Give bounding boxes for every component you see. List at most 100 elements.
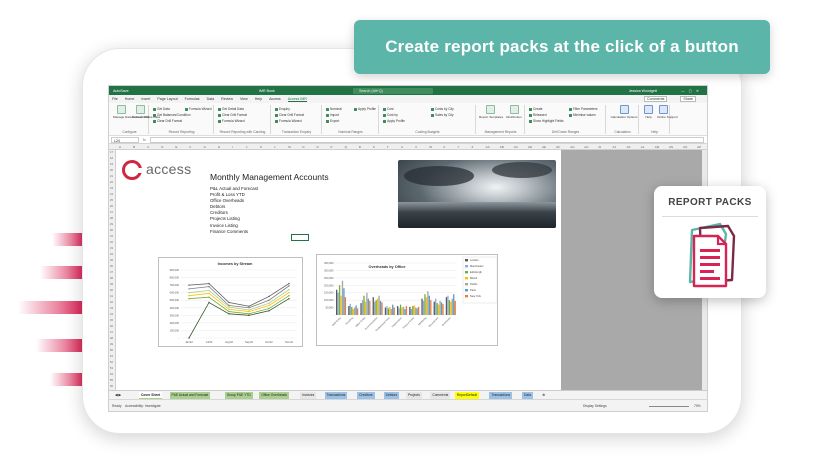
column-header[interactable]: T [387,145,389,149]
row-header[interactable]: 47 [110,331,113,334]
ribbon-tab[interactable]: Access IMR [287,97,307,102]
ribbon-small-button[interactable]: Minimise values [569,113,596,117]
row-header[interactable]: 41 [110,295,113,298]
column-header[interactable]: AF [556,145,560,149]
ribbon-tab[interactable]: Review [221,97,233,101]
row-header[interactable]: 52 [110,361,113,364]
ribbon-button[interactable]: Manage Data Connections [113,105,150,119]
column-header[interactable]: A [119,145,121,149]
row-header[interactable]: 40 [110,289,113,292]
sheet-nav-arrows[interactable]: ◀ ▶ [113,392,123,399]
ribbon-small-button[interactable]: Export [326,119,339,123]
worksheet-cover-sheet[interactable]: access Monthly Management Accounts P&L A… [116,150,561,390]
column-header[interactable]: AG [570,145,574,149]
row-header[interactable]: 28 [110,217,113,220]
ribbon-small-button[interactable]: Clear Drill Format [218,113,247,117]
column-header[interactable]: AB [500,145,504,149]
column-header[interactable]: E [175,145,177,149]
sheet-tab[interactable]: Invoices [300,392,317,399]
ribbon-small-button[interactable]: Formula Wizard [275,119,302,123]
column-header[interactable]: X [443,145,445,149]
column-header[interactable]: J [246,145,248,149]
sheet-tab[interactable]: ReportDefault [454,392,480,399]
sheet-tab[interactable]: Debtors [383,392,400,399]
ribbon-small-button[interactable]: Released [529,113,546,117]
row-header[interactable]: 55 [110,379,113,382]
ribbon-button[interactable]: Online Support [657,105,678,119]
column-header[interactable]: AO [683,145,687,149]
ribbon-button[interactable]: Help [642,105,655,119]
row-header[interactable]: 35 [110,259,113,262]
column-header[interactable]: AC [514,145,518,149]
column-header[interactable]: H [218,145,220,149]
ribbon-tab[interactable]: Home [125,97,135,101]
column-header[interactable]: R [359,145,361,149]
ribbon-small-button[interactable]: Cost by [383,113,398,117]
column-header[interactable]: U [401,145,403,149]
ribbon-tab[interactable]: Page Layout [157,97,177,101]
row-header[interactable]: 23 [110,187,113,190]
column-header[interactable]: AP [697,145,701,149]
window-controls[interactable]: —▢✕ [681,89,703,93]
ribbon-small-button[interactable]: Apply Profile [383,119,405,123]
ribbon-button[interactable]: Refresh Offline Data [132,105,160,119]
row-header[interactable]: 31 [110,235,113,238]
ribbon-tab[interactable]: Help [255,97,262,101]
column-header[interactable]: AN [669,145,673,149]
column-header[interactable]: W [429,145,432,149]
column-header[interactable]: V [415,145,417,149]
ribbon-small-button[interactable]: Get Detail Data [218,107,244,111]
autosave-toggle[interactable]: AutoSave [113,89,203,93]
ribbon-small-button[interactable]: Clear Drill Format [275,113,304,117]
ribbon-small-button[interactable]: Costs by City [431,107,454,111]
zoom-level[interactable]: 70% [694,404,701,408]
ribbon-small-button[interactable]: Nominal [326,107,342,111]
column-header[interactable]: D [161,145,163,149]
ribbon-small-button[interactable]: Enquiry [275,107,290,111]
column-header[interactable]: AA [486,145,490,149]
row-header[interactable]: 17 [110,151,113,154]
row-header[interactable]: 42 [110,301,113,304]
column-header[interactable]: K [260,145,262,149]
column-header[interactable]: O [316,145,318,149]
ribbon-tab[interactable]: Access [269,97,281,101]
column-header[interactable]: AH [584,145,588,149]
ribbon-button[interactable]: Report Templates [479,105,503,119]
sheet-tab[interactable]: Data [522,392,533,399]
fx-icon[interactable]: fx [143,138,146,142]
row-header[interactable]: 34 [110,253,113,256]
row-header[interactable]: 20 [110,169,113,172]
row-header[interactable]: 24 [110,193,113,196]
row-header[interactable]: 36 [110,265,113,268]
name-box[interactable]: L24 [111,136,139,143]
row-header[interactable]: 53 [110,367,113,370]
row-header[interactable]: 44 [110,313,113,316]
row-header[interactable]: 18 [110,157,113,160]
row-header[interactable]: 21 [110,175,113,178]
ribbon-small-button[interactable]: Formula Wizard [218,119,245,123]
column-header[interactable]: B [133,145,135,149]
ribbon-small-button[interactable]: Create [529,107,543,111]
row-header[interactable]: 43 [110,307,113,310]
row-header[interactable]: 25 [110,199,113,202]
search-box[interactable]: Search (Alt+Q) [353,87,433,94]
row-header[interactable]: 27 [110,211,113,214]
column-header[interactable]: AM [655,145,660,149]
column-header[interactable]: AJ [613,145,617,149]
ribbon-small-button[interactable]: Filter Parameters [569,107,597,111]
ribbon-tab[interactable]: Formulas [185,97,200,101]
ribbon-small-button[interactable]: Sales by City [431,113,454,117]
row-header[interactable]: 22 [110,181,113,184]
ribbon-small-button[interactable]: Import [326,113,339,117]
sheet-tab[interactable]: P&E Actual and Forecast [169,392,211,399]
column-header[interactable]: AK [627,145,631,149]
sheet-tab[interactable]: Projects [405,392,422,399]
row-header[interactable]: 30 [110,229,113,232]
selected-cell[interactable] [291,234,309,241]
column-header[interactable]: S [373,145,375,149]
column-header[interactable]: AD [528,145,532,149]
row-header[interactable]: 39 [110,283,113,286]
row-header[interactable]: 38 [110,277,113,280]
column-header[interactable]: M [288,145,291,149]
ribbon-tab[interactable]: File [112,97,118,101]
